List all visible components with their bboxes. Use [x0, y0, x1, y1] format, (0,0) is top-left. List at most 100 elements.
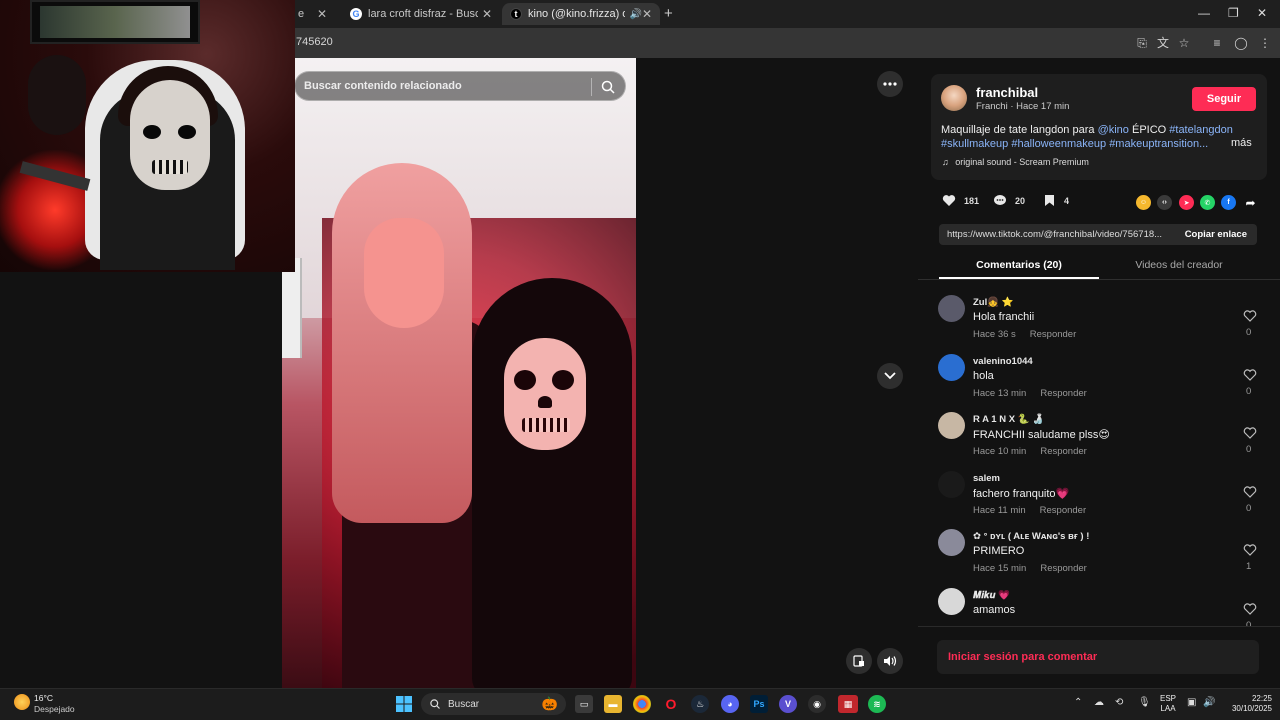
windows-start-icon[interactable] — [395, 695, 413, 713]
commenter-avatar[interactable] — [938, 529, 965, 556]
comment-item[interactable]: salem fachero franquito💗 Hace 11 min Resp… — [938, 470, 1258, 529]
commenter-avatar[interactable] — [938, 587, 965, 615]
commenter-avatar[interactable] — [938, 353, 965, 381]
task-view-icon[interactable]: ▭ — [575, 695, 593, 713]
search-icon[interactable] — [600, 79, 616, 95]
like-stat[interactable]: 181 — [942, 194, 979, 207]
commenter-username[interactable]: Zul👧 ⭐ — [973, 297, 1014, 308]
profile-icon[interactable]: ◯ — [1234, 36, 1248, 50]
embed-icon[interactable]: ‹› — [1157, 195, 1172, 210]
chrome-icon[interactable] — [633, 695, 651, 713]
cloud-icon[interactable]: ☁ — [1094, 697, 1104, 708]
close-icon[interactable]: ✕ — [482, 7, 492, 21]
hashtag-link[interactable]: #tatelangdon — [1169, 124, 1233, 136]
tab-comments[interactable]: Comentarios (20) — [939, 259, 1099, 271]
video-link[interactable]: https://www.tiktok.com/@franchibal/video… — [947, 229, 1172, 240]
follow-button[interactable]: Seguir — [1192, 87, 1256, 111]
hashtag-link[interactable]: #skullmakeup — [941, 138, 1008, 150]
weather-temp[interactable]: 16°C — [34, 693, 53, 703]
tab-creator-videos[interactable]: Videos del creador — [1099, 259, 1259, 271]
coin-icon[interactable]: ☺ — [1136, 195, 1151, 210]
comment-item[interactable]: valenino1044 hola Hace 13 min Responder 0 — [938, 353, 1258, 412]
next-video-chevron-icon[interactable] — [877, 363, 903, 389]
commenter-avatar[interactable] — [938, 412, 965, 439]
close-icon[interactable]: ✕ — [642, 7, 652, 21]
comment-list[interactable]: Zul👧 ⭐ Hola franchii Hace 36 s Responder … — [918, 280, 1280, 626]
reply-button[interactable]: Responder — [1030, 329, 1076, 340]
reply-button[interactable]: Responder — [1040, 388, 1086, 399]
game-app-icon[interactable]: ▦ — [838, 695, 858, 713]
browser-tab-2[interactable]: G lara croft disfraz - Buscar con G ✕ — [342, 3, 500, 25]
copy-link-button[interactable]: Copiar enlace — [1185, 229, 1247, 240]
spotify-icon[interactable]: ≋ — [868, 695, 886, 713]
creator-avatar[interactable] — [941, 85, 967, 111]
translate-icon[interactable]: 文 — [1156, 36, 1170, 50]
new-tab-icon[interactable]: + — [664, 5, 673, 22]
heart-icon[interactable] — [1243, 309, 1257, 323]
hashtag-link[interactable]: #makeuptransition... — [1109, 138, 1208, 150]
clock[interactable]: 22:25 30/10/2025 — [1222, 694, 1272, 714]
maximize-icon[interactable]: ❐ — [1228, 6, 1239, 20]
bookmark-star-icon[interactable]: ☆ — [1177, 36, 1191, 50]
commenter-avatar[interactable] — [938, 470, 965, 498]
discord-icon[interactable]: ◕ — [721, 695, 739, 713]
hashtag-link[interactable]: #halloweenmakeup — [1011, 138, 1106, 150]
commenter-avatar[interactable] — [938, 295, 965, 322]
video-player[interactable] — [282, 58, 636, 688]
save-stat[interactable]: 4 — [1044, 194, 1069, 207]
mention-link[interactable]: @kino — [1098, 124, 1129, 136]
speaker-icon[interactable]: 🔊 — [629, 9, 641, 20]
network-icon[interactable]: ▣ — [1187, 697, 1196, 708]
commenter-username[interactable]: R A 1 N X 🐍 🍶 — [973, 414, 1044, 425]
share-arrow-icon[interactable]: ➦ — [1243, 195, 1258, 210]
login-to-comment-button[interactable]: Iniciar sesión para comentar — [937, 640, 1259, 674]
comment-item[interactable]: 𝑴𝒊𝒌𝒖 💗 amamos 0 — [938, 587, 1258, 626]
file-explorer-icon[interactable]: ▬ — [604, 695, 622, 713]
browser-tab-3[interactable]: t kino (@kino.frizza) oficial | 🔊 ✕ — [502, 3, 660, 25]
menu-kebab-icon[interactable]: ⋮ — [1258, 36, 1272, 50]
comment-item[interactable]: Zul👧 ⭐ Hola franchii Hace 36 s Responder … — [938, 295, 1258, 353]
commenter-username[interactable]: ✿ ° ᴅʏʟ ( Aʟᴇ Wᴀɴɢ's ʙғ ) ! — [973, 531, 1089, 542]
minimize-icon[interactable]: — — [1198, 6, 1210, 20]
send-icon[interactable]: ➤ — [1179, 195, 1194, 210]
heart-icon[interactable] — [1243, 426, 1257, 440]
opera-icon[interactable]: O — [662, 695, 680, 713]
commenter-username[interactable]: salem — [973, 473, 1000, 484]
obs-icon[interactable]: ◉ — [808, 695, 826, 713]
more-link[interactable]: más — [1231, 137, 1252, 149]
reply-button[interactable]: Responder — [1040, 505, 1086, 516]
reading-list-icon[interactable]: ≡ — [1210, 36, 1224, 50]
taskbar-search-input[interactable]: Buscar 🎃 — [421, 693, 566, 715]
comment-item[interactable]: ✿ ° ᴅʏʟ ( Aʟᴇ Wᴀɴɢ's ʙғ ) ! PRIMERO Hace… — [938, 529, 1258, 587]
reply-button[interactable]: Responder — [1040, 563, 1086, 574]
close-icon[interactable]: ✕ — [317, 7, 327, 21]
reply-button[interactable]: Responder — [1040, 446, 1086, 457]
commenter-username[interactable]: valenino1044 — [973, 356, 1033, 367]
url-text[interactable]: 745620 — [296, 36, 333, 48]
install-icon[interactable]: ⎘ — [1135, 36, 1149, 50]
floating-player-icon[interactable] — [846, 648, 872, 674]
sound-link[interactable]: ♫ original sound - Scream Premium — [942, 157, 1089, 167]
heart-icon[interactable] — [1243, 485, 1257, 499]
browser-tab-1[interactable]: e ✕ — [290, 3, 335, 25]
facebook-icon[interactable]: f — [1221, 195, 1236, 210]
related-search-input[interactable]: Buscar contenido relacionado — [294, 71, 626, 101]
steam-icon[interactable]: ♨ — [691, 695, 709, 713]
more-options-icon[interactable] — [877, 71, 903, 97]
tray-chevron-icon[interactable]: ⌃ — [1074, 697, 1082, 708]
photoshop-icon[interactable]: Ps — [750, 695, 768, 713]
commenter-username[interactable]: 𝑴𝒊𝒌𝒖 💗 — [973, 590, 1010, 601]
language-indicator[interactable]: ESP LAA — [1158, 694, 1178, 714]
weather-icon[interactable] — [14, 694, 30, 710]
comment-stat[interactable]: 20 — [993, 194, 1025, 207]
speaker-icon[interactable]: 🔊 — [1203, 697, 1215, 708]
comment-item[interactable]: R A 1 N X 🐍 🍶 FRANCHII saludame plss😍 Ha… — [938, 412, 1258, 470]
heart-icon[interactable] — [1243, 368, 1257, 382]
sync-icon[interactable]: ⟲ — [1115, 697, 1123, 708]
microphone-icon[interactable]: 🎙 — [1138, 697, 1151, 708]
close-window-icon[interactable]: ✕ — [1257, 6, 1267, 20]
heart-icon[interactable] — [1243, 602, 1257, 616]
heart-icon[interactable] — [1243, 543, 1257, 557]
vtuber-app-icon[interactable]: V — [779, 695, 797, 713]
whatsapp-icon[interactable]: ✆ — [1200, 195, 1215, 210]
